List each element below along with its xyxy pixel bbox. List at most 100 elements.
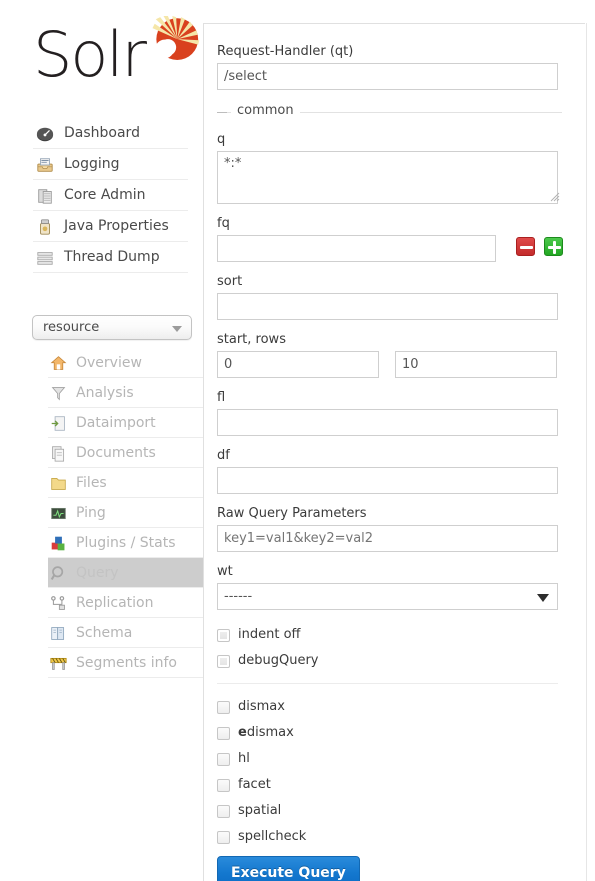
java-properties-icon [40, 219, 50, 235]
sidebar-item-ping[interactable]: Ping [48, 498, 206, 528]
primary-toggles: indent off debugQuery [217, 622, 562, 674]
sidebar-item-label: Dashboard [64, 125, 140, 141]
wt-select[interactable]: ------ [217, 583, 558, 610]
overview-home-icon [50, 356, 67, 370]
dashboard-icon [36, 127, 54, 142]
toggle-indent[interactable]: indent off [217, 622, 562, 648]
fq-add-button[interactable] [544, 237, 563, 256]
sidebar-item-analysis[interactable]: Analysis [48, 378, 206, 408]
checkbox-icon[interactable] [217, 753, 230, 766]
query-panel: Request-Handler (qt) common q *:* fq [203, 23, 585, 881]
df-input[interactable] [217, 467, 558, 494]
toggle-label: spellcheck [238, 829, 307, 844]
plus-icon-vertical [553, 241, 556, 254]
checkbox-icon[interactable] [217, 701, 230, 714]
q-textarea[interactable]: *:* [217, 151, 558, 204]
wt-selected-value: ------ [224, 589, 253, 604]
rows-input[interactable] [395, 351, 557, 378]
sidebar-item-schema[interactable]: Schema [48, 618, 206, 648]
sidebar-item-label: Schema [76, 625, 133, 641]
toggle-label: spatial [238, 803, 282, 818]
q-label: q [217, 132, 226, 147]
schema-book-icon [51, 627, 65, 640]
sort-label: sort [217, 274, 243, 289]
checkbox-icon[interactable] [217, 831, 230, 844]
chevron-down-icon [172, 326, 182, 332]
sidebar-item-logging[interactable]: Logging [33, 149, 188, 180]
sidebar-item-dataimport[interactable]: Dataimport [48, 408, 206, 438]
toggle-edismax[interactable]: edismax [217, 720, 562, 746]
chevron-down-icon [537, 594, 549, 602]
sidebar-item-label: Replication [76, 595, 154, 611]
core-selector-dropdown[interactable]: resource [32, 315, 192, 340]
checkbox-icon[interactable] [217, 655, 230, 668]
checkbox-icon[interactable] [217, 727, 230, 740]
fq-input[interactable] [217, 235, 496, 262]
q-group: q *:* [217, 132, 562, 204]
toggle-hl[interactable]: hl [217, 746, 562, 772]
sidebar-item-java-properties[interactable]: Java Properties [33, 211, 188, 242]
checkbox-icon[interactable] [217, 779, 230, 792]
toggle-facet[interactable]: facet [217, 772, 562, 798]
sidebar-item-label: Files [76, 475, 107, 491]
toggles-divider [217, 683, 558, 684]
sidebar-item-label: Query [76, 565, 119, 581]
sidebar-item-thread-dump[interactable]: Thread Dump [33, 242, 188, 273]
toggle-label: indent off [238, 627, 301, 642]
raw-query-parameters-label: Raw Query Parameters [217, 506, 367, 521]
sidebar-core-nav: Overview Analysis Dataimport Documents F… [48, 348, 206, 678]
solr-logo[interactable]: Solr [33, 14, 200, 94]
secondary-toggles: dismax edismax hl facet spatial spellche… [217, 694, 562, 850]
logging-icon [37, 158, 53, 172]
sidebar-item-plugins-stats[interactable]: Plugins / Stats [48, 528, 206, 558]
sidebar-item-core-admin[interactable]: Core Admin [33, 180, 188, 211]
sidebar-item-dashboard[interactable]: Dashboard [33, 118, 188, 149]
sidebar-item-label: Segments info [76, 655, 178, 671]
legend-dash [217, 112, 227, 113]
sidebar-item-documents[interactable]: Documents [48, 438, 206, 468]
solr-logo-text: Solr [33, 18, 147, 91]
documents-icon [52, 446, 65, 462]
fq-remove-button[interactable] [516, 237, 535, 256]
dataimport-icon [51, 416, 65, 431]
fl-label: fl [217, 390, 226, 405]
checkbox-icon[interactable] [217, 629, 230, 642]
raw-query-parameters-input[interactable] [217, 525, 558, 552]
sidebar-item-label: Ping [76, 505, 106, 521]
start-input[interactable] [217, 351, 379, 378]
plugins-stats-icon [51, 536, 65, 551]
toggle-dismax[interactable]: dismax [217, 694, 562, 720]
sidebar-item-segments-info[interactable]: Segments info [48, 648, 206, 678]
toggle-debugquery[interactable]: debugQuery [217, 648, 562, 674]
request-handler-label: Request-Handler (qt) [217, 44, 354, 59]
fl-input[interactable] [217, 409, 558, 436]
sidebar-item-replication[interactable]: Replication [48, 588, 206, 618]
execute-query-button[interactable]: Execute Query [217, 856, 360, 881]
checkbox-icon[interactable] [217, 805, 230, 818]
sidebar-primary-nav: Dashboard Logging Core Admin Java Proper… [33, 118, 188, 273]
toggle-spatial[interactable]: spatial [217, 798, 562, 824]
replication-icon [51, 596, 65, 610]
sort-input[interactable] [217, 293, 558, 320]
results-panel-edge [586, 23, 595, 881]
df-label: df [217, 448, 230, 463]
sidebar-item-label: Documents [76, 445, 156, 461]
sidebar-item-overview[interactable]: Overview [48, 348, 206, 378]
wt-label: wt [217, 564, 233, 579]
segments-info-icon [50, 657, 67, 670]
toggle-label: dismax [238, 699, 285, 714]
wt-group: wt ------ [217, 564, 562, 610]
df-group: df [217, 448, 562, 494]
sort-group: sort [217, 274, 562, 320]
toggle-label: facet [238, 777, 271, 792]
fq-label: fq [217, 216, 230, 231]
sidebar-item-query[interactable]: Query [48, 558, 206, 588]
toggle-spellcheck[interactable]: spellcheck [217, 824, 562, 850]
start-rows-group: start, rows [217, 332, 562, 378]
toggle-label: hl [238, 751, 250, 766]
sidebar-item-label: Core Admin [64, 187, 146, 203]
sidebar-item-label: Thread Dump [64, 249, 160, 265]
sidebar-item-files[interactable]: Files [48, 468, 206, 498]
core-selector-value: resource [43, 320, 100, 335]
request-handler-input[interactable] [217, 63, 558, 90]
